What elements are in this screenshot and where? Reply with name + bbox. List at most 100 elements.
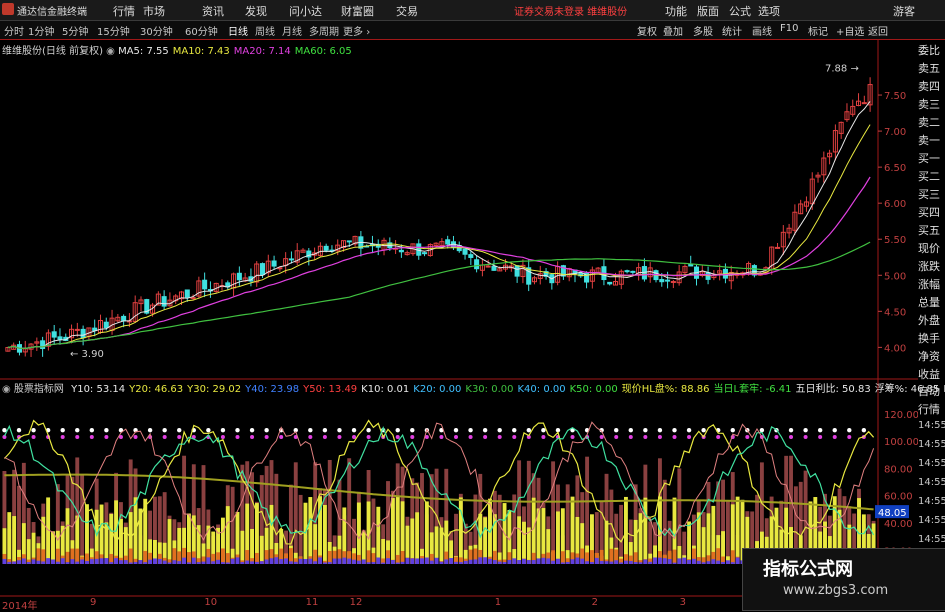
signal-dot-magenta: [599, 435, 604, 440]
time-label: 14:55: [918, 534, 945, 545]
menu-item-ask[interactable]: 问小达: [289, 3, 322, 19]
tab-1min[interactable]: 1分钟: [28, 23, 54, 38]
price-axis-label: 6.00: [884, 199, 906, 210]
volume-bar-purple: [687, 559, 692, 564]
volume-bar-purple: [2, 558, 7, 564]
menu-item-options[interactable]: 选项: [758, 3, 780, 19]
draw-line-button[interactable]: 画线: [752, 23, 772, 38]
auto-label[interactable]: 自动: [918, 383, 945, 401]
volume-bar-purple: [429, 560, 434, 564]
volume-bar-purple: [580, 558, 585, 564]
volume-bar-purple: [434, 557, 439, 564]
signal-dot-magenta: [803, 435, 808, 440]
signal-dot-magenta: [439, 435, 444, 440]
menu-item-discover[interactable]: 发现: [245, 3, 267, 19]
candle-body: [271, 260, 277, 267]
signal-dot-magenta: [716, 435, 721, 440]
volume-bar-purple: [51, 559, 55, 564]
signal-dot-magenta: [818, 435, 823, 440]
signal-dot-white: [541, 428, 546, 433]
quote-field-10: 买五: [918, 224, 940, 237]
stats-button[interactable]: 统计: [722, 23, 742, 38]
candle-body: [491, 265, 497, 271]
watermark: 指标公式网 www.zbgs3.com: [742, 548, 945, 611]
back-button[interactable]: 返回: [868, 23, 888, 38]
signal-dot-magenta: [672, 435, 677, 440]
overlay-button[interactable]: 叠加: [663, 23, 683, 38]
menu-item-layout[interactable]: 版面: [697, 3, 719, 19]
tab-5min[interactable]: 5分钟: [62, 23, 88, 38]
volume-bar-purple: [696, 560, 701, 564]
date-tick: 2014年: [2, 601, 38, 612]
volume-bar-yellow: [240, 530, 245, 564]
candle-body: [80, 328, 86, 339]
volume-bar-purple: [123, 560, 128, 564]
tab-60min[interactable]: 60分钟: [185, 23, 218, 38]
f10-button[interactable]: F10: [780, 23, 798, 34]
indicator-value-5: K10: 0.01: [361, 384, 410, 395]
menu-item-function[interactable]: 功能: [665, 3, 687, 19]
tab-daily[interactable]: 日线: [228, 23, 248, 38]
signal-dot-magenta: [453, 435, 458, 440]
menu-item-quotes[interactable]: 行情: [113, 3, 135, 19]
menu-item-formula[interactable]: 公式: [729, 3, 751, 19]
volume-bar-purple: [691, 558, 696, 564]
volume-bar-purple: [614, 560, 619, 564]
tab-multi-period[interactable]: 多周期: [309, 23, 339, 38]
signal-dot-magenta: [104, 435, 109, 440]
signal-dot-white: [817, 428, 823, 433]
signal-dot-magenta: [279, 435, 284, 440]
volume-bar-purple: [216, 559, 221, 564]
volume-bar-purple: [721, 562, 725, 564]
tab-30min[interactable]: 30分钟: [140, 23, 173, 38]
tab-weekly[interactable]: 周线: [255, 23, 275, 38]
volume-bar-orange: [225, 553, 230, 564]
signal-dot-white: [759, 428, 765, 433]
tab-15min[interactable]: 15分钟: [97, 23, 130, 38]
tab-more[interactable]: 更多 ›: [343, 23, 370, 38]
candle-body: [202, 279, 208, 290]
add-watchlist-button[interactable]: +自选: [836, 23, 864, 38]
volume-bar-purple: [318, 557, 322, 564]
date-tick: 12: [349, 597, 363, 608]
signal-dot-magenta: [337, 435, 342, 440]
multi-stock-button[interactable]: 多股: [693, 23, 713, 38]
indicator-settings-icon[interactable]: ◉: [2, 384, 14, 395]
quote-label[interactable]: 行情: [918, 401, 945, 419]
login-warning[interactable]: 证券交易未登录 维维股份: [514, 3, 627, 18]
volume-bar-purple: [288, 561, 293, 564]
signal-dot-white: [453, 428, 459, 433]
volume-bar-purple: [643, 559, 648, 564]
volume-bar-purple: [308, 558, 313, 564]
tab-timeshare[interactable]: 分时: [4, 23, 24, 38]
menu-item-wealth[interactable]: 财富圈: [341, 3, 374, 19]
guest-label[interactable]: 游客: [893, 3, 915, 19]
volume-bar-purple: [628, 561, 633, 564]
quote-field-17: 净资: [918, 350, 940, 363]
volume-bar-purple: [143, 562, 148, 564]
menu-item-news[interactable]: 资讯: [202, 3, 224, 19]
adjust-button[interactable]: 复权: [637, 23, 657, 38]
mark-button[interactable]: 标记: [808, 23, 828, 38]
signal-dot-white: [657, 428, 663, 433]
signal-dot-white: [337, 428, 342, 433]
volume-bar-yellow: [623, 496, 628, 564]
volume-bar-purple: [371, 562, 376, 564]
time-label: 14:55: [918, 477, 945, 488]
candle-body: [121, 315, 127, 322]
indicator-name: 股票指标网: [13, 384, 64, 395]
menu-item-trade[interactable]: 交易: [396, 3, 418, 19]
signal-dot-magenta: [308, 435, 313, 440]
volume-bar-purple: [172, 560, 177, 564]
volume-bar-yellow: [522, 521, 526, 564]
menu-item-market[interactable]: 市场: [143, 3, 165, 19]
signal-dot-white: [468, 428, 473, 433]
tab-monthly[interactable]: 月线: [282, 23, 302, 38]
signal-dot-white: [861, 428, 867, 433]
volume-bar-purple: [405, 557, 410, 564]
volume-bar-purple: [177, 561, 182, 564]
volume-bar-purple: [623, 560, 628, 564]
signal-dot-white: [730, 428, 735, 433]
volume-bar-purple: [638, 562, 643, 564]
volume-bar-purple: [492, 560, 497, 564]
